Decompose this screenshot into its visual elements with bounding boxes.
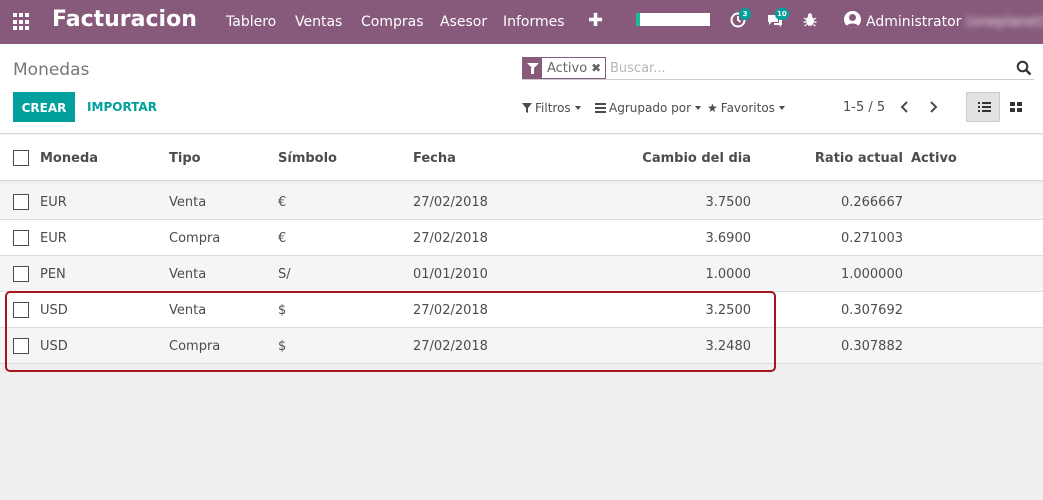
search-facet-activo[interactable]: Activo ✖	[522, 57, 607, 79]
column-simbolo[interactable]: Símbolo	[278, 151, 337, 166]
user-name: Administrator	[866, 14, 962, 30]
cell-cambio: 3.2500	[705, 303, 752, 318]
pager-next-icon[interactable]	[924, 98, 942, 116]
cell-tipo: Venta	[169, 303, 207, 318]
row-checkbox[interactable]	[13, 338, 29, 354]
cell-ratio: 0.271003	[840, 231, 903, 246]
filter-funnel-icon	[523, 58, 542, 78]
messages-icon[interactable]: 10	[766, 8, 789, 30]
search-input[interactable]	[610, 58, 990, 78]
cell-tipo: Compra	[169, 339, 221, 354]
kanban-view-icon	[1010, 102, 1022, 112]
cell-fecha: 27/02/2018	[413, 195, 488, 210]
debug-bug-icon[interactable]	[803, 12, 821, 30]
cell-cambio: 3.7500	[705, 195, 752, 210]
app-title[interactable]: Facturacion	[52, 7, 197, 32]
activity-clock-icon[interactable]: 3	[730, 8, 751, 30]
column-ratio-actual[interactable]: Ratio actual	[760, 151, 903, 166]
column-moneda[interactable]: Moneda	[40, 151, 98, 166]
cell-fecha: 27/02/2018	[413, 339, 488, 354]
filters-label: Filtros	[535, 101, 571, 115]
favorites-label: Favoritos	[720, 101, 775, 115]
bug-icon	[803, 13, 817, 27]
cell-simbolo: €	[278, 231, 287, 246]
import-button[interactable]: IMPORTAR	[82, 92, 162, 122]
cell-moneda: PEN	[40, 267, 66, 282]
cell-moneda: EUR	[40, 231, 67, 246]
cell-moneda: EUR	[40, 195, 67, 210]
user-database: (oneplanet)	[965, 14, 1043, 30]
table-row[interactable]: USD Venta $ 27/02/2018 3.2500 0.307692	[0, 292, 1043, 328]
table-row[interactable]: USD Compra $ 27/02/2018 3.2480 0.307882	[0, 328, 1043, 364]
table-row[interactable]: EUR Venta € 27/02/2018 3.7500 0.266667	[0, 184, 1043, 220]
filters-dropdown[interactable]: Filtros	[522, 101, 581, 115]
cell-tipo: Venta	[169, 195, 207, 210]
menu-compras[interactable]: Compras	[361, 14, 424, 30]
search-icon[interactable]	[1016, 60, 1032, 76]
cell-simbolo: €	[278, 195, 287, 210]
cell-simbolo: $	[278, 303, 287, 318]
menu-asesor[interactable]: Asesor	[440, 14, 487, 30]
cell-cambio: 1.0000	[705, 267, 752, 282]
cell-fecha: 01/01/2010	[413, 267, 488, 282]
filter-icon	[522, 103, 532, 113]
cell-simbolo: S/	[278, 267, 291, 282]
create-button[interactable]: CREAR	[13, 92, 75, 122]
row-checkbox[interactable]	[13, 194, 29, 210]
cell-ratio: 1.000000	[840, 267, 903, 282]
pager-value[interactable]: 1-5 / 5	[843, 100, 885, 115]
cell-ratio: 0.266667	[840, 195, 903, 210]
page-title-breadcrumb: Monedas	[13, 60, 90, 80]
cell-fecha: 27/02/2018	[413, 303, 488, 318]
cell-cambio: 3.2480	[705, 339, 752, 354]
cell-cambio: 3.6900	[705, 231, 752, 246]
menu-ventas[interactable]: Ventas	[295, 14, 342, 30]
user-avatar-icon	[846, 14, 859, 28]
cell-fecha: 27/02/2018	[413, 231, 488, 246]
group-by-icon	[595, 103, 606, 113]
table-row[interactable]: PEN Venta S/ 01/01/2010 1.0000 1.000000	[0, 256, 1043, 292]
cell-ratio: 0.307692	[840, 303, 903, 318]
cell-tipo: Compra	[169, 231, 221, 246]
select-all-checkbox[interactable]	[13, 150, 29, 166]
list-view-icon	[978, 102, 991, 112]
user-menu[interactable]: Administrator (oneplanet)	[866, 14, 1043, 30]
top-navbar: Facturacion Tablero Ventas Compras Aseso…	[0, 0, 1043, 44]
control-panel: Monedas Activo ✖ CREAR IMPORTAR Filtros …	[0, 44, 1043, 134]
user-avatar[interactable]	[844, 11, 861, 28]
table-header: Moneda Tipo Símbolo Fecha Cambio del dia…	[0, 135, 1043, 181]
table-row[interactable]: EUR Compra € 27/02/2018 3.6900 0.271003	[0, 220, 1043, 256]
favorites-dropdown[interactable]: ★ Favoritos	[707, 101, 785, 115]
group-by-label: Agrupado por	[609, 101, 692, 115]
cell-moneda: USD	[40, 339, 68, 354]
row-checkbox[interactable]	[13, 230, 29, 246]
apps-menu-icon[interactable]	[13, 13, 31, 31]
search-view: Activo ✖	[522, 56, 1034, 80]
row-checkbox[interactable]	[13, 266, 29, 282]
facet-remove-icon[interactable]: ✖	[591, 61, 605, 75]
column-activo[interactable]: Activo	[911, 151, 957, 166]
column-cambio-del-dia[interactable]: Cambio del dia	[600, 151, 751, 166]
menu-informes[interactable]: Informes	[503, 14, 565, 30]
setup-progress-bar[interactable]	[636, 13, 710, 26]
cell-tipo: Venta	[169, 267, 207, 282]
pager-previous-icon[interactable]	[896, 98, 914, 116]
progress-fill	[636, 13, 640, 26]
column-tipo[interactable]: Tipo	[169, 151, 201, 166]
quick-create-plus-icon[interactable]: ✚	[588, 10, 603, 31]
kanban-view-button[interactable]	[1000, 92, 1034, 122]
row-checkbox[interactable]	[13, 302, 29, 318]
menu-tablero[interactable]: Tablero	[226, 14, 276, 30]
cell-ratio: 0.307882	[840, 339, 903, 354]
messages-count-badge: 10	[775, 8, 789, 20]
activity-count-badge: 3	[739, 8, 751, 20]
group-by-dropdown[interactable]: Agrupado por	[595, 101, 702, 115]
list-view-button[interactable]	[966, 92, 1000, 122]
column-fecha[interactable]: Fecha	[413, 151, 456, 166]
facet-value: Activo	[547, 60, 588, 76]
cell-simbolo: $	[278, 339, 287, 354]
star-icon: ★	[707, 101, 718, 115]
cell-moneda: USD	[40, 303, 68, 318]
